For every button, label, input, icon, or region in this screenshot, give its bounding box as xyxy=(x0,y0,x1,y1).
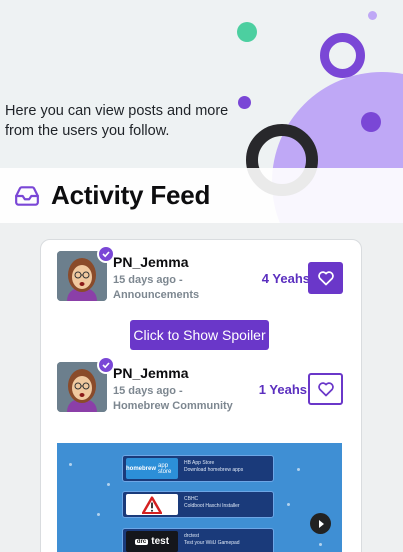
app-description: HB App Store Download homebrew apps xyxy=(184,460,243,474)
app-logo xyxy=(126,494,178,515)
yeah-count: 1 Yeahs xyxy=(258,382,307,397)
app-list-item: homebrew app store HB App Store Download… xyxy=(122,455,274,482)
show-spoiler-button[interactable]: Click to Show Spoiler xyxy=(130,320,269,350)
app-description: drctest Test your WiiU Gamepad xyxy=(184,533,240,547)
decor-ring-purple xyxy=(320,33,365,78)
app-description: CBHC Coldboot Haxchi Installer xyxy=(184,496,240,510)
post-community[interactable]: Homebrew Community xyxy=(113,399,233,414)
heart-icon xyxy=(317,271,334,286)
app-logo-text: homebrew xyxy=(126,465,157,472)
post-meta: 15 days ago - Announcements xyxy=(113,273,199,303)
decor-dot-purple xyxy=(238,96,251,109)
yeah-button[interactable] xyxy=(308,373,343,405)
post-screenshot-image[interactable]: homebrew app store HB App Store Download… xyxy=(57,443,342,552)
warning-icon xyxy=(142,495,162,514)
post-username[interactable]: PN_Jemma xyxy=(113,254,189,270)
app-list-item: CBHC Coldboot Haxchi Installer xyxy=(122,491,274,518)
hero-subtitle: Here you can view posts and more from th… xyxy=(5,103,229,139)
post-community[interactable]: Announcements xyxy=(113,288,199,303)
app-name: HB App Store xyxy=(184,460,215,466)
app-logo-subtext: app store xyxy=(158,462,172,475)
post-time: 15 days ago - xyxy=(113,274,183,286)
app-desc: Download homebrew apps xyxy=(184,467,244,473)
play-arrow-icon xyxy=(310,513,331,534)
app-list-item: drc test drctest Test your WiiU Gamepad xyxy=(122,528,274,552)
post-username[interactable]: PN_Jemma xyxy=(113,365,189,381)
app-logo: homebrew app store xyxy=(126,458,178,479)
app-desc: Coldboot Haxchi Installer xyxy=(184,503,240,509)
post-time: 15 days ago - xyxy=(113,385,183,397)
decor-dot-green xyxy=(237,22,257,42)
app-logo-subtext: test xyxy=(151,536,170,547)
feed-post[interactable]: PN_Jemma 15 days ago - Homebrew Communit… xyxy=(57,356,347,418)
post-meta: 15 days ago - Homebrew Community xyxy=(113,384,233,414)
page-header: Activity Feed xyxy=(0,168,403,223)
yeah-button[interactable] xyxy=(308,262,343,294)
app-logo-text: drc xyxy=(134,538,149,545)
heart-icon xyxy=(317,382,334,397)
decor-dot-purple xyxy=(361,112,381,132)
inbox-icon xyxy=(15,185,39,206)
app-name: CBHC xyxy=(184,496,199,502)
yeah-count: 4 Yeahs xyxy=(261,271,310,286)
decor-dot-small xyxy=(368,11,377,20)
feed-post[interactable]: PN_Jemma 15 days ago - Announcements 4 Y… xyxy=(57,245,347,307)
app-desc: Test your WiiU Gamepad xyxy=(184,540,240,546)
feed-card: PN_Jemma 15 days ago - Announcements 4 Y… xyxy=(40,239,362,552)
app-logo: drc test xyxy=(126,531,178,552)
page-title: Activity Feed xyxy=(51,180,211,210)
app-name: drctest xyxy=(184,533,200,539)
